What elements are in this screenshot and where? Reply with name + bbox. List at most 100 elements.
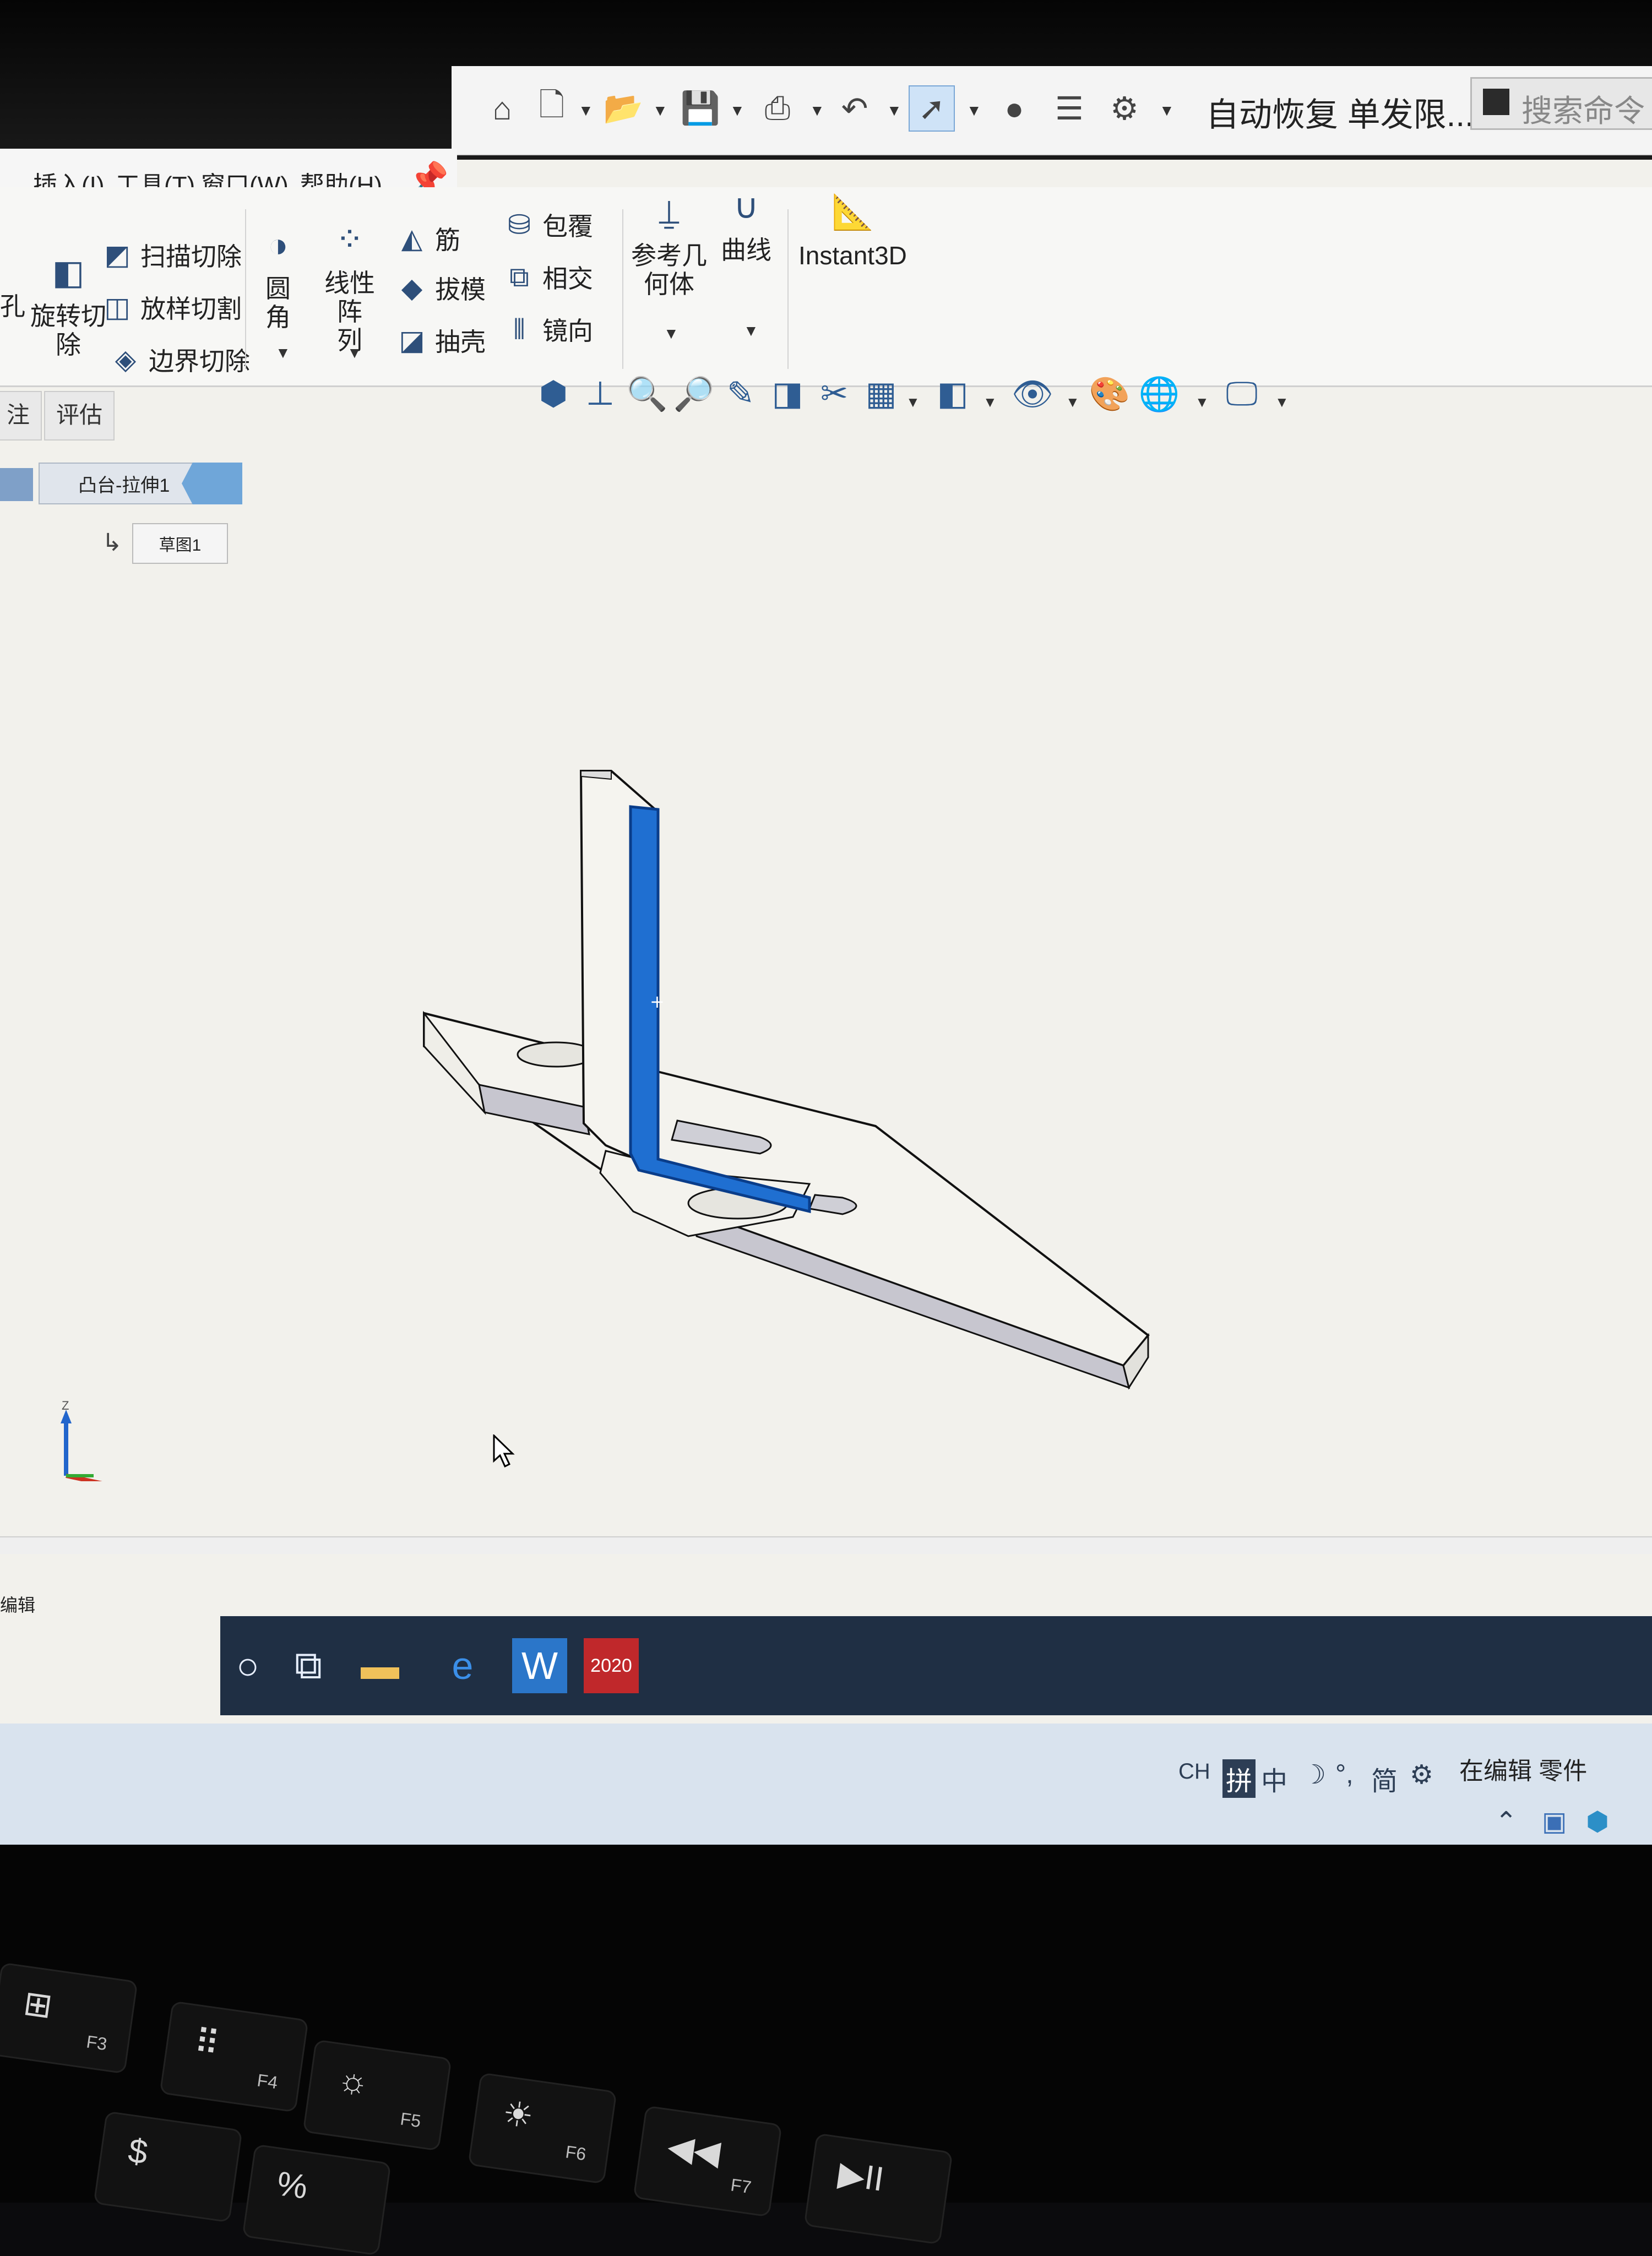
loft-cut-icon: ◫ — [104, 292, 131, 323]
options-caret-icon[interactable]: ▼ — [1159, 102, 1175, 119]
intersect-icon: ⧉ — [509, 261, 529, 292]
reference-geometry-button[interactable]: ⍊ 参考几 何体 — [628, 195, 710, 299]
section-view-icon[interactable]: ◨ — [768, 374, 807, 413]
key-f5[interactable]: ☼ F5 — [302, 2039, 452, 2151]
save-caret-icon[interactable]: ▼ — [730, 102, 745, 119]
view-orientation-icon[interactable]: ▦ — [862, 374, 900, 413]
options-gear-icon[interactable]: ⚙ — [1101, 85, 1148, 132]
revolve-cut-label-2: 除 — [56, 330, 81, 359]
new-caret-icon[interactable]: ▼ — [578, 102, 594, 119]
open-caret-icon[interactable]: ▼ — [653, 102, 668, 119]
apply-scene-icon[interactable]: 🌐 — [1139, 374, 1180, 413]
fillet-button[interactable]: ◑ 圆角 — [253, 229, 303, 332]
file-explorer-icon[interactable]: ▬ — [352, 1638, 407, 1693]
revolve-cut-icon: ◧ — [52, 254, 85, 292]
command-search[interactable]: 搜索命令 — [1470, 77, 1652, 130]
window-switch-icon: ⊞ — [21, 1984, 55, 2026]
rib-button[interactable]: ◭ 筋 — [396, 220, 460, 257]
key-percent[interactable]: % — [242, 2144, 392, 2256]
zoom-area-icon[interactable]: 🔎 — [673, 374, 715, 413]
laptop-keyboard: ⊞ F3 ⠿ F4 ☼ F5 ☀ F6 ◀◀ F7 ▶II $ % — [0, 1845, 1652, 2256]
edit-appearance-icon[interactable]: 🎨 — [1089, 374, 1131, 413]
select-caret-icon[interactable]: ▼ — [966, 102, 982, 119]
open-folder-icon[interactable]: 📂 — [600, 85, 646, 132]
rewind-icon: ◀◀ — [665, 2127, 723, 2172]
display-style-icon[interactable]: ◧ — [933, 374, 972, 413]
view-orientation-caret-icon[interactable]: ▼ — [906, 394, 920, 411]
view-settings-caret-icon[interactable]: ▼ — [1275, 394, 1289, 411]
pattern-caret-icon[interactable]: ▼ — [347, 344, 362, 362]
fillet-caret-icon[interactable]: ▼ — [275, 344, 291, 362]
revolve-cut-label-1: 旋转切 — [30, 302, 106, 330]
traffic-light-icon[interactable]: ● — [991, 85, 1037, 132]
save-icon[interactable]: 💾 — [677, 85, 724, 132]
status-left-text: 编辑 — [0, 1595, 36, 1615]
tray-usb-icon[interactable]: ▣ — [1542, 1806, 1567, 1837]
key-f4[interactable]: ⠿ F4 — [159, 2000, 309, 2113]
scene-caret-icon[interactable]: ▼ — [1195, 394, 1209, 411]
print-icon[interactable]: ⎙ — [754, 85, 801, 132]
curves-caret-icon[interactable]: ▼ — [743, 322, 759, 340]
ime-pinyin-label[interactable]: 拼 — [1222, 1759, 1256, 1798]
key-f6[interactable]: ☀ F6 — [468, 2072, 617, 2184]
wps-icon[interactable]: W — [512, 1638, 567, 1693]
shell-icon: ◪ — [399, 325, 425, 356]
display-style-caret-icon[interactable]: ▼ — [983, 394, 997, 411]
dynamic-annotation-icon[interactable]: ✂ — [815, 374, 854, 413]
command-tabs: 注 评估 — [0, 385, 132, 441]
origin-plus-icon: + — [650, 991, 665, 1012]
punctuation-icon[interactable]: °, — [1335, 1759, 1354, 1790]
play-pause-icon: ▶II — [836, 2155, 887, 2199]
hide-show-icon[interactable]: 👁 — [1012, 374, 1053, 413]
sweep-cut-button[interactable]: ◩ 扫描切除 — [102, 237, 242, 273]
key-f8[interactable]: ▶II — [803, 2133, 953, 2245]
ime-simplified-label[interactable]: 简 — [1371, 1759, 1398, 1798]
sweep-cut-label: 扫描切除 — [140, 242, 242, 271]
new-document-icon[interactable]: 🗋 — [529, 85, 575, 132]
tray-app-icon[interactable]: ⬢ — [1586, 1806, 1609, 1837]
undo-caret-icon[interactable]: ▼ — [887, 102, 902, 119]
linear-pattern-icon: ⁘ — [335, 221, 364, 259]
ime-settings-gear-icon[interactable]: ⚙ — [1410, 1759, 1433, 1790]
key-f7[interactable]: ◀◀ F7 — [633, 2105, 782, 2217]
instant3d-button[interactable]: 📐 Instant3D — [798, 195, 907, 270]
linear-pattern-button[interactable]: ⁘ 线性阵 列 — [314, 221, 385, 355]
view-orient-icon[interactable]: ⊥ — [581, 374, 620, 413]
edge-browser-icon[interactable]: e — [435, 1638, 490, 1693]
linear-pattern-label-1: 线性阵 — [324, 269, 375, 326]
shell-button[interactable]: ◪ 抽壳 — [396, 322, 486, 358]
key-dollar[interactable]: $ — [93, 2111, 243, 2223]
ime-chinese-label[interactable]: 中 — [1261, 1759, 1287, 1798]
draft-button[interactable]: ◆ 拔模 — [396, 270, 486, 306]
loft-cut-button[interactable]: ◫ 放样切割 — [102, 289, 242, 325]
task-view-icon[interactable]: ⧉ — [281, 1638, 336, 1693]
print-caret-icon[interactable]: ▼ — [809, 102, 825, 119]
key-f3[interactable]: ⊞ F3 — [0, 1962, 138, 2074]
home-icon[interactable]: ⌂ — [479, 85, 525, 132]
curves-button[interactable]: ∪ 曲线 — [716, 190, 776, 265]
graphics-area[interactable]: + — [0, 430, 1652, 1542]
intersect-button[interactable]: ⧉ 相交 — [504, 259, 593, 295]
select-pointer-icon[interactable]: ➚ — [909, 85, 955, 132]
view-settings-icon[interactable]: 🖵 — [1222, 374, 1261, 413]
undo-icon[interactable]: ↶ — [832, 85, 878, 132]
tray-chevron-up-icon[interactable]: ⌃ — [1495, 1806, 1517, 1837]
key-f7-label: F7 — [729, 2175, 753, 2198]
view-cube-icon[interactable]: ⬢ — [534, 374, 573, 413]
mirror-button[interactable]: ⫴ 镜向 — [504, 311, 594, 347]
ribbon-separator — [787, 209, 789, 369]
hide-show-caret-icon[interactable]: ▼ — [1066, 394, 1080, 411]
ribbon-partial-hole[interactable]: 孔 — [0, 286, 25, 323]
revolve-cut-button[interactable]: ◧ 旋转切 除 — [30, 254, 106, 360]
solidworks-icon[interactable]: 2020 — [584, 1638, 639, 1693]
ime-ch-label[interactable]: CH — [1178, 1759, 1210, 1784]
moon-icon[interactable]: ☽ — [1302, 1759, 1326, 1790]
cortana-search-icon[interactable]: ○ — [220, 1638, 275, 1693]
zoom-to-fit-icon[interactable]: 🔍 — [627, 374, 668, 413]
wrap-button[interactable]: ⛁ 包覆 — [504, 206, 593, 243]
reference-caret-icon[interactable]: ▼ — [664, 325, 679, 343]
file-properties-icon[interactable]: ☰ — [1046, 85, 1093, 132]
instant3d-label: Instant3D — [798, 241, 907, 270]
boundary-cut-button[interactable]: ◈ 边界切除 — [110, 341, 250, 378]
previous-view-icon[interactable]: ✎ — [721, 374, 760, 413]
